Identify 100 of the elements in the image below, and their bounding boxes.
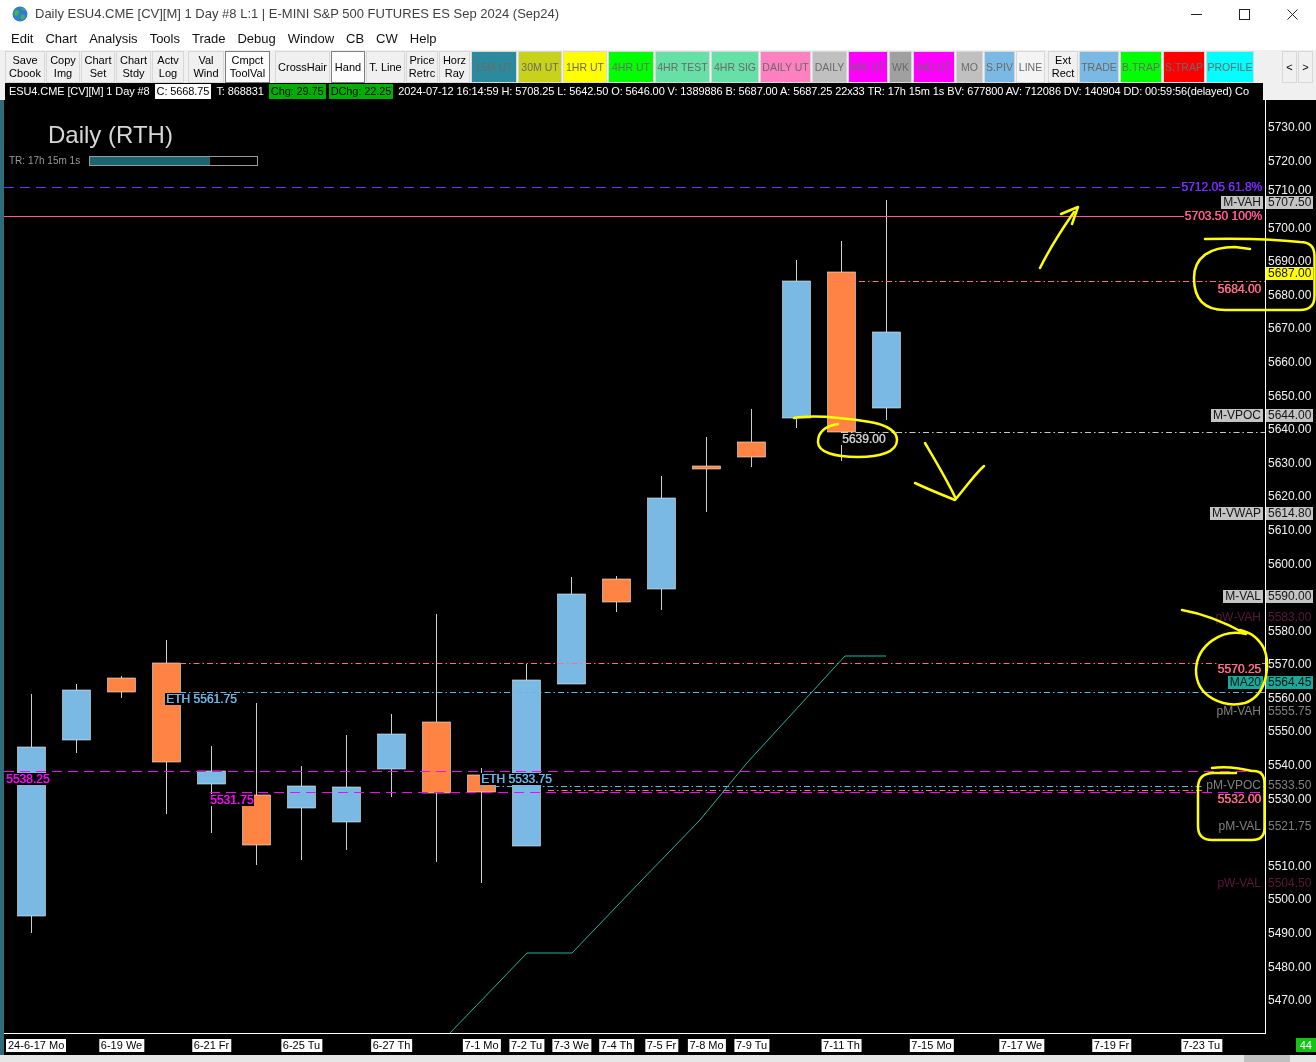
close-icon: [1286, 8, 1298, 20]
level-name-tag: M-VWAP: [1210, 507, 1263, 520]
date-label: 7-19 Fr: [1091, 1039, 1132, 1052]
toolbar-button[interactable]: Copy Img: [46, 51, 80, 83]
price-highlight: C: 5668.75: [154, 84, 212, 99]
date-label: 7-2 Tu: [508, 1039, 545, 1052]
menu-item[interactable]: Debug: [231, 30, 282, 48]
timer-label: TR: 17h 15m 1s: [9, 155, 81, 167]
price-axis-label: 5540.00: [1268, 759, 1312, 771]
price-axis-label: 5570.00: [1268, 658, 1312, 670]
price-level-label: 5531.75: [210, 793, 254, 807]
price-level-label: 5570.25: [1216, 663, 1262, 675]
price-level-label: 5712.05 61.8%: [1180, 181, 1263, 193]
date-label: 7-3 We: [551, 1039, 592, 1052]
date-label: 7-1 Mo: [462, 1039, 501, 1052]
level-name-tag: pM-VAL: [1216, 820, 1263, 833]
price-axis-label: 5730.00: [1268, 121, 1312, 133]
level-name-tag: pW-VAL: [1215, 877, 1263, 890]
toolbar-button[interactable]: Hand: [331, 51, 365, 83]
price-axis-label: 5600.00: [1268, 558, 1312, 570]
price-axis-label: 5560.00: [1268, 692, 1312, 704]
price-axis-label: 5550.00: [1268, 725, 1312, 737]
toolbar-button[interactable]: Actv Log: [152, 51, 184, 83]
price-axis-label: 5640.00: [1268, 423, 1312, 435]
quote-text: ESU4.CME [CV][M] 1 Day #8: [7, 84, 152, 99]
menu-item[interactable]: Window: [281, 30, 341, 48]
price-tag: 5707.50: [1266, 196, 1314, 209]
date-label: 7-23 Tu: [1180, 1039, 1223, 1052]
toolbar-button[interactable]: T. Line: [366, 51, 405, 83]
hand-drawn-arrow: [1038, 205, 1080, 270]
price-tag: 5583.00: [1266, 611, 1314, 624]
menu-item[interactable]: Chart: [39, 30, 84, 48]
toolbar-button[interactable]: B.TRAP: [1120, 51, 1162, 83]
price-tag: 5521.75: [1266, 820, 1314, 833]
price-tag: 5555.75: [1266, 705, 1314, 718]
price-tag: 5644.00: [1266, 409, 1314, 422]
toolbar-button[interactable]: Horz Ray: [439, 51, 470, 83]
price-axis-label: 5660.00: [1268, 356, 1312, 368]
toolbar-button[interactable]: LINE: [1016, 51, 1045, 83]
price-tag: 5504.50: [1266, 877, 1314, 890]
toolbar-button[interactable]: Val Wind: [188, 51, 224, 83]
toolbar-button[interactable]: Cmpct ToolVal: [225, 51, 270, 83]
date-label: 6-21 Fr: [191, 1039, 232, 1052]
menu-item[interactable]: Trade: [186, 30, 232, 48]
toolbar-button[interactable]: 4HR UT: [608, 51, 654, 83]
date-label: 24-6-17 Mo: [6, 1039, 67, 1052]
toolbar-button[interactable]: PROFILE: [1206, 51, 1254, 83]
toolbar-button[interactable]: Price Retrc: [406, 51, 438, 83]
toolbar-button[interactable]: Chart Set: [81, 51, 115, 83]
price-level-label: 5639.00: [841, 433, 887, 445]
price-axis-label: 5700.00: [1268, 222, 1312, 234]
price-axis-label: 5670.00: [1268, 322, 1312, 334]
level-name-tag: MA20: [1227, 676, 1263, 689]
price-level-label: 5532.00: [1216, 793, 1262, 805]
price-axis-label: 5720.00: [1268, 155, 1312, 167]
toolbar-button[interactable]: 1HR UT: [563, 51, 607, 83]
toolbar-button[interactable]: Chart Stdy: [116, 51, 151, 83]
toolbar-button[interactable]: Save Cbook: [5, 51, 45, 83]
price-axis-label: 5500.00: [1268, 893, 1312, 905]
price-axis-label: 5690.00: [1268, 255, 1312, 267]
candle: [737, 408, 766, 468]
count-badge: 44: [1295, 1038, 1316, 1052]
toolbar-button[interactable]: CrossHair: [275, 51, 330, 83]
menu-item[interactable]: CW: [370, 30, 404, 48]
price-level-label: 5703.50 100%: [1183, 210, 1263, 222]
globe-icon: [12, 6, 28, 22]
quote-text: 2024-07-12 16:14:59 H: 5708.25 L: 5642.50 O: 5646.00 V: 1389886 B: 5687.00 A: 5687.25 22x33 TR: 17h 15m 1s BV: 677800 AV: 712086 DV: 140904 DD: 00:59:56(delayed) Co: [396, 84, 1251, 99]
menu-item[interactable]: Edit: [5, 30, 40, 48]
menu-item[interactable]: Tools: [143, 30, 186, 48]
price-level-label: 5684.00: [1216, 283, 1262, 295]
scroll-button[interactable]: >: [1298, 51, 1313, 83]
price-tag: 5590.00: [1266, 590, 1314, 603]
candle: [602, 575, 631, 613]
minimize-icon: [1190, 13, 1202, 15]
price-axis-label: 5630.00: [1268, 457, 1312, 469]
horizontal-scrollbar[interactable]: [0, 1055, 1316, 1062]
maximize-icon: [1238, 8, 1250, 20]
date-label: 6-25 Tu: [280, 1039, 323, 1052]
date-label: 7-11 Th: [821, 1039, 862, 1052]
price-axis-label: 5530.00: [1268, 793, 1312, 805]
candle: [62, 683, 91, 754]
date-label: 7-8 Mo: [687, 1039, 726, 1052]
price-axis-label: 5650.00: [1268, 390, 1312, 402]
price-level-label: ETH 5561.75: [166, 692, 237, 706]
level-name-tag: pM-VPOC: [1204, 779, 1263, 792]
window-title: Daily ESU4.CME [CV][M] 1 Day #8 L:1 | E-MINI S&P 500 FUTURES ES Sep 2024 (Sep24): [35, 6, 560, 22]
menu-item[interactable]: Analysis: [83, 30, 144, 48]
price-axis-label: 5610.00: [1268, 524, 1312, 536]
date-label: 7-9 Tu: [733, 1039, 770, 1052]
price-axis-label: 5510.00: [1268, 860, 1312, 872]
price-level-label: ETH 5533.75: [481, 772, 552, 786]
price-axis-label: 5580.00: [1268, 625, 1312, 637]
menu-item[interactable]: Help: [403, 30, 443, 48]
scroll-button[interactable]: <: [1282, 51, 1297, 83]
chart-title: Daily (RTH): [48, 120, 173, 150]
toolbar-button[interactable]: Ext Rect: [1048, 51, 1078, 83]
price-tag: 5614.80: [1266, 507, 1314, 520]
date-label: 6-27 Th: [370, 1039, 413, 1052]
scrollbar-thumb[interactable]: [1244, 1055, 1290, 1062]
menu-item[interactable]: CB: [340, 30, 371, 48]
